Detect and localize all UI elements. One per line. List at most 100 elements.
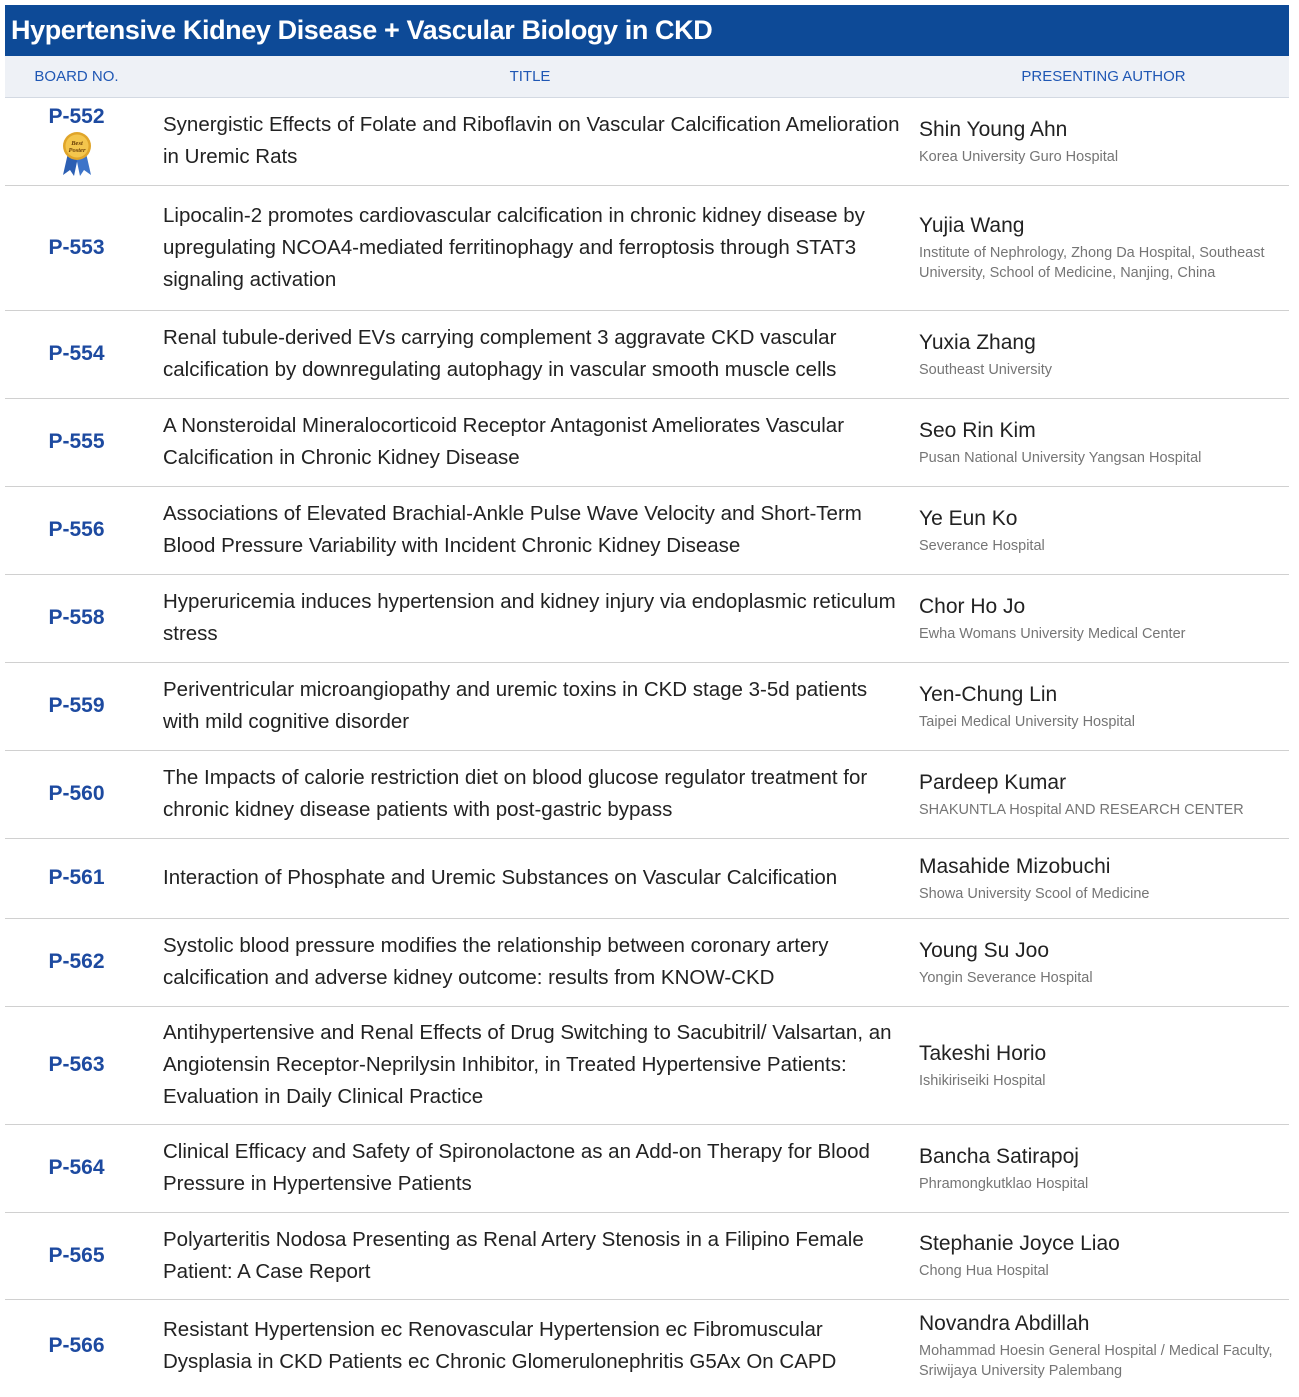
poster-title: Periventricular microangiopathy and urem… bbox=[163, 678, 868, 733]
author-name: Young Su Joo bbox=[919, 938, 1050, 962]
svg-text:Poster: Poster bbox=[68, 147, 85, 154]
poster-title: Hyperuricemia induces hypertension and k… bbox=[163, 590, 896, 645]
author-name: Yen-Chung Lin bbox=[919, 682, 1058, 706]
author-name: Stephanie Joyce Liao bbox=[919, 1232, 1120, 1255]
table-row: P-558 Hyperuricemia induces hypertension… bbox=[5, 574, 1289, 663]
board-number: P-554 bbox=[48, 342, 105, 365]
section-header: Hypertensive Kidney Disease + Vascular B… bbox=[5, 5, 1289, 56]
poster-title: Interaction of Phosphate and Uremic Subs… bbox=[163, 866, 838, 889]
author-cell: Bancha Satirapoj Phramongkutklao Hospita… bbox=[919, 1124, 1291, 1212]
author-cell: Yuxia Zhang Southeast University bbox=[919, 310, 1291, 398]
board-number: P-562 bbox=[48, 950, 105, 973]
board-cell: P-556 bbox=[5, 486, 148, 574]
board-cell: P-552 Best Poster bbox=[5, 97, 148, 185]
author-affiliation: Korea University Guro Hospital bbox=[919, 148, 1119, 165]
author-name: Pardeep Kumar bbox=[919, 770, 1067, 794]
board-number: P-555 bbox=[48, 430, 105, 453]
board-number: P-552 bbox=[48, 105, 105, 128]
poster-title: Antihypertensive and Renal Effects of Dr… bbox=[163, 1021, 892, 1108]
board-cell: P-553 bbox=[5, 185, 148, 310]
table-row: P-553 Lipocalin-2 promotes cardiovascula… bbox=[5, 185, 1289, 311]
column-header-author: PRESENTING AUTHOR bbox=[1021, 68, 1186, 85]
table-row: P-554 Renal tubule-derived EVs carrying … bbox=[5, 310, 1289, 399]
author-affiliation: Severance Hospital bbox=[919, 537, 1045, 554]
section-title: Hypertensive Kidney Disease + Vascular B… bbox=[11, 15, 713, 45]
author-cell: Seo Rin Kim Pusan National University Ya… bbox=[919, 398, 1291, 486]
author-affiliation: Yongin Severance Hospital bbox=[919, 969, 1093, 986]
column-header-title: TITLE bbox=[509, 68, 551, 85]
author-name: Yujia Wang bbox=[919, 214, 1025, 237]
poster-title: Associations of Elevated Brachial-Ankle … bbox=[163, 502, 862, 557]
author-name: Shin Young Ahn bbox=[919, 117, 1068, 141]
poster-title: Lipocalin-2 promotes cardiovascular calc… bbox=[163, 203, 865, 291]
author-cell: Shin Young Ahn Korea University Guro Hos… bbox=[919, 97, 1291, 185]
author-cell: Young Su Joo Yongin Severance Hospital bbox=[919, 918, 1291, 1006]
board-cell: P-560 bbox=[5, 750, 148, 838]
author-cell: Yujia Wang Institute of Nephrology, Zhon… bbox=[919, 185, 1291, 310]
column-header-row: BOARD NO. TITLE PRESENTING AUTHOR bbox=[5, 56, 1289, 98]
author-name: Takeshi Horio bbox=[919, 1041, 1047, 1065]
board-number: P-561 bbox=[48, 866, 105, 889]
board-number: P-558 bbox=[48, 606, 105, 629]
poster-title: Synergistic Effects of Folate and Ribofl… bbox=[163, 113, 900, 168]
table-row: P-562 Systolic blood pressure modifies t… bbox=[5, 918, 1289, 1007]
author-cell: Pardeep Kumar SHAKUNTLA Hospital AND RES… bbox=[919, 750, 1291, 838]
board-cell: P-564 bbox=[5, 1124, 148, 1212]
author-affiliation: Ishikiriseiki Hospital bbox=[919, 1072, 1046, 1089]
board-cell: P-563 bbox=[5, 1006, 148, 1124]
board-cell: P-566 bbox=[5, 1299, 148, 1392]
board-number: P-553 bbox=[48, 235, 105, 259]
author-affiliation: Pusan National University Yangsan Hospit… bbox=[919, 449, 1202, 466]
board-number: P-565 bbox=[48, 1243, 105, 1267]
author-affiliation: Taipei Medical University Hospital bbox=[919, 713, 1135, 730]
author-affiliation: SHAKUNTLA Hospital AND RESEARCH CENTER bbox=[919, 801, 1244, 818]
table-row: P-555 A Nonsteroidal Mineralocorticoid R… bbox=[5, 398, 1289, 487]
board-cell: P-555 bbox=[5, 398, 148, 486]
table-row: P-556 Associations of Elevated Brachial-… bbox=[5, 486, 1289, 575]
poster-title: Renal tubule-derived EVs carrying comple… bbox=[163, 326, 837, 381]
svg-text:Best: Best bbox=[70, 140, 83, 147]
author-cell: Stephanie Joyce Liao Chong Hua Hospital bbox=[919, 1212, 1291, 1299]
best-poster-badge-icon: Best Poster bbox=[57, 131, 97, 177]
author-affiliation: Chong Hua Hospital bbox=[919, 1263, 1049, 1279]
author-affiliation: Showa University Scool of Medicine bbox=[919, 885, 1150, 902]
author-affiliation: Mohammad Hoesin General Hospital / Medic… bbox=[919, 1343, 1273, 1379]
author-name: Yuxia Zhang bbox=[919, 330, 1036, 354]
board-cell: P-561 bbox=[5, 838, 148, 918]
author-cell: Chor Ho Jo Ewha Womans University Medica… bbox=[919, 574, 1291, 662]
poster-title: Resistant Hypertension ec Renovascular H… bbox=[163, 1317, 837, 1373]
poster-title: Systolic blood pressure modifies the rel… bbox=[163, 934, 829, 989]
poster-title: A Nonsteroidal Mineralocorticoid Recepto… bbox=[163, 414, 845, 469]
table-row: P-564 Clinical Efficacy and Safety of Sp… bbox=[5, 1124, 1289, 1213]
board-number: P-566 bbox=[48, 1333, 105, 1357]
table-row: P-560 The Impacts of calorie restriction… bbox=[5, 750, 1289, 839]
author-cell: Takeshi Horio Ishikiriseiki Hospital bbox=[919, 1006, 1291, 1124]
table-row: P-566 Resistant Hypertension ec Renovasc… bbox=[5, 1299, 1289, 1392]
poster-title: Polyarteritis Nodosa Presenting as Renal… bbox=[163, 1227, 864, 1283]
board-number: P-563 bbox=[48, 1053, 105, 1076]
poster-title: Clinical Efficacy and Safety of Spironol… bbox=[163, 1140, 870, 1195]
board-number: P-560 bbox=[48, 782, 105, 805]
author-name: Chor Ho Jo bbox=[919, 594, 1026, 618]
board-number: P-564 bbox=[48, 1156, 105, 1179]
board-cell: P-554 bbox=[5, 310, 148, 398]
table-row: P-563 Antihypertensive and Renal Effects… bbox=[5, 1006, 1289, 1125]
board-cell: P-562 bbox=[5, 918, 148, 1006]
table-row: P-561 Interaction of Phosphate and Uremi… bbox=[5, 838, 1289, 919]
author-name: Novandra Abdillah bbox=[919, 1312, 1090, 1335]
author-cell: Ye Eun Ko Severance Hospital bbox=[919, 486, 1291, 574]
board-number: P-556 bbox=[48, 518, 105, 541]
author-affiliation: Southeast University bbox=[919, 361, 1052, 378]
author-name: Ye Eun Ko bbox=[919, 506, 1018, 530]
author-name: Seo Rin Kim bbox=[919, 418, 1036, 442]
author-cell: Masahide Mizobuchi Showa University Scoo… bbox=[919, 838, 1291, 918]
author-cell: Novandra Abdillah Mohammad Hoesin Genera… bbox=[919, 1299, 1291, 1392]
poster-title: The Impacts of calorie restriction diet … bbox=[163, 766, 868, 821]
author-affiliation: Phramongkutklao Hospital bbox=[919, 1175, 1089, 1192]
table-row: P-565 Polyarteritis Nodosa Presenting as… bbox=[5, 1212, 1289, 1300]
board-number: P-559 bbox=[48, 694, 105, 717]
author-name: Masahide Mizobuchi bbox=[919, 854, 1111, 878]
board-cell: P-565 bbox=[5, 1212, 148, 1299]
board-cell: P-558 bbox=[5, 574, 148, 662]
author-affiliation: Institute of Nephrology, Zhong Da Hospit… bbox=[919, 245, 1265, 281]
